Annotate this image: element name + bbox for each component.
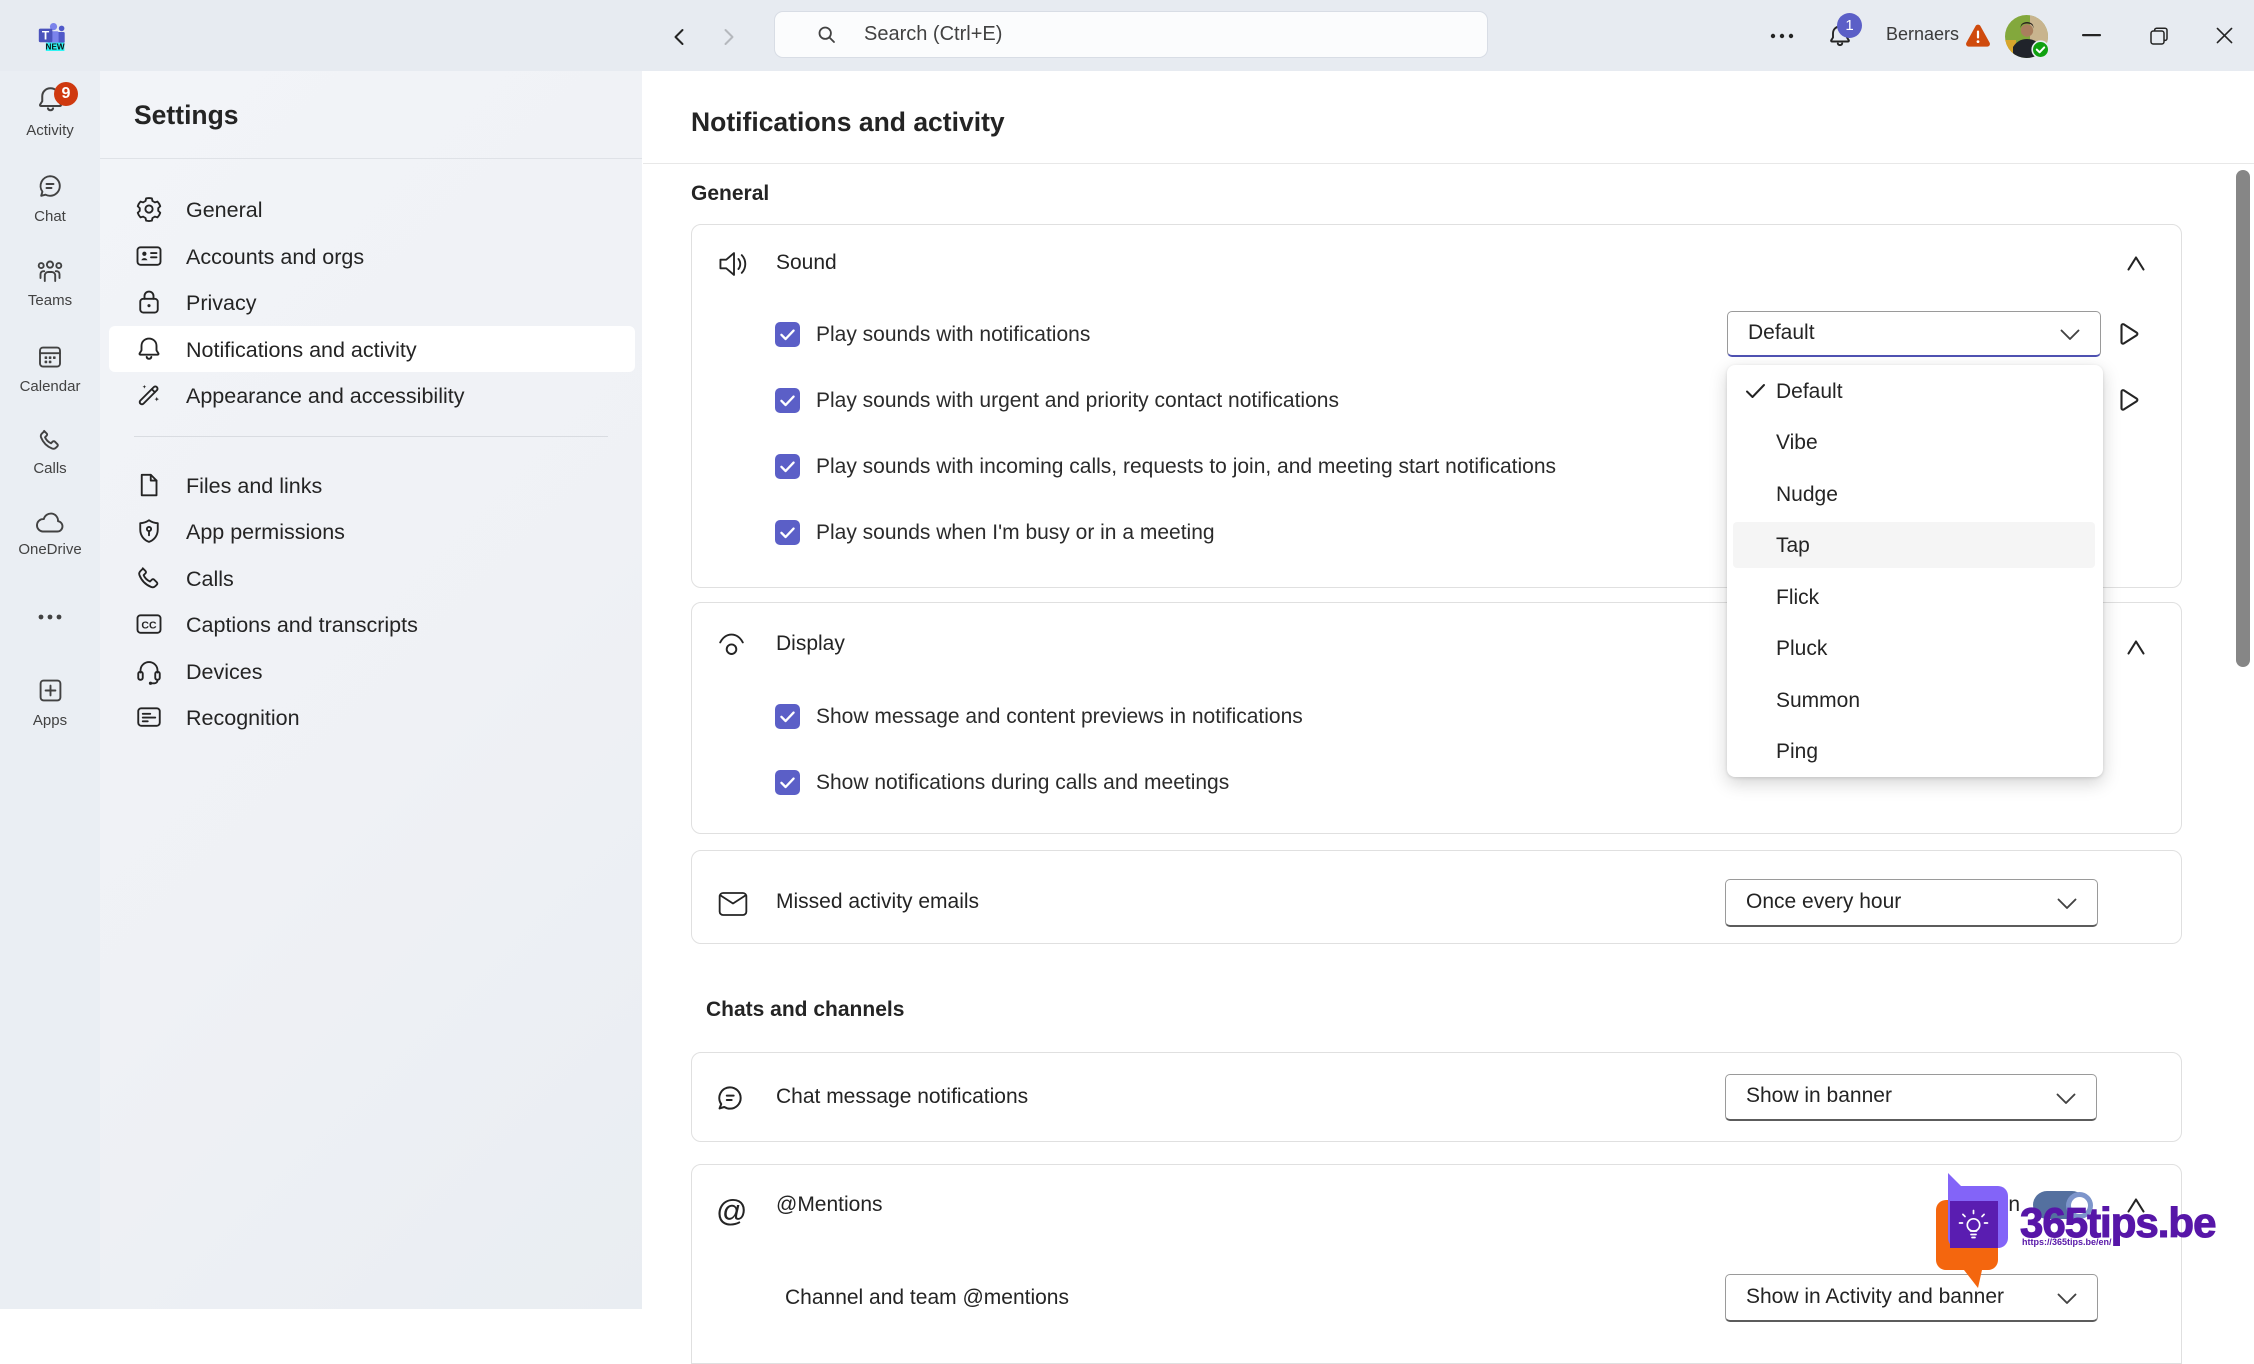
svg-text:https://365tips.be/en/: https://365tips.be/en/	[2022, 1237, 2112, 1247]
svg-text:CC: CC	[141, 619, 157, 631]
